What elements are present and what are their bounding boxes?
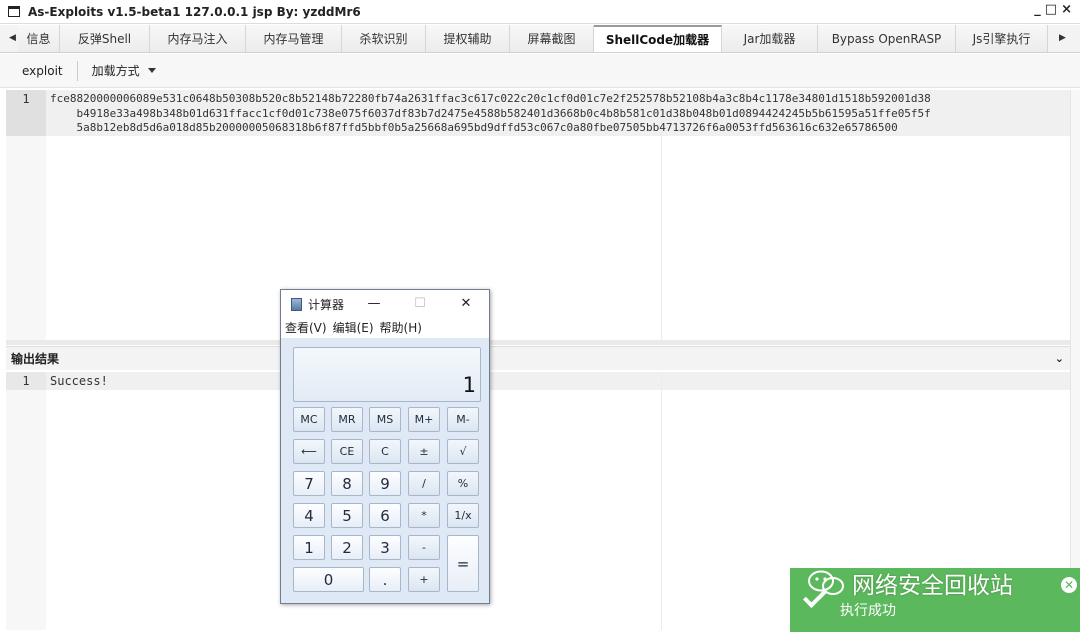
key-mc[interactable]: MC <box>293 407 325 432</box>
key-minus[interactable]: - <box>408 535 440 560</box>
key-percent[interactable]: % <box>447 471 479 496</box>
key-6[interactable]: 6 <box>369 503 401 528</box>
code-line: 5a8b12eb8d5d6a018d85b20000005068318b6f87… <box>50 121 898 134</box>
shellcode-text[interactable]: fce8820000006089e531c0648b50308b520c8b52… <box>50 92 1068 136</box>
maximize-icon[interactable]: □ <box>1045 2 1057 17</box>
calculator-menu-bar: 查看(V) 编辑(E) 帮助(H) <box>281 318 489 338</box>
tab-av-detect[interactable]: 杀软识别 <box>342 25 426 52</box>
calculator-window[interactable]: 计算器 — ☐ ✕ 查看(V) 编辑(E) 帮助(H) 1 MC MR MS M+ M- ⟵ C… <box>280 289 490 604</box>
key-mr[interactable]: MR <box>331 407 363 432</box>
key-m-minus[interactable]: M- <box>447 407 479 432</box>
tab-reverse-shell[interactable]: 反弹Shell <box>60 25 150 52</box>
key-c[interactable]: C <box>369 439 401 464</box>
key-3[interactable]: 3 <box>369 535 401 560</box>
chevron-down-icon <box>147 68 156 73</box>
watermark: 网络安全回收站 <box>806 566 1013 600</box>
key-backspace[interactable]: ⟵ <box>293 439 325 464</box>
line-number: 1 <box>6 372 46 390</box>
window-controls: _ □ × <box>1034 2 1072 17</box>
active-line-highlight <box>46 372 1070 390</box>
line-number: 1 <box>6 90 46 136</box>
tab-shellcode-loader[interactable]: ShellCode加载器 <box>594 25 722 52</box>
output-title: 输出结果 <box>11 352 60 366</box>
key-0[interactable]: 0 <box>293 567 364 592</box>
calculator-window-controls: — ☐ ✕ <box>351 290 489 318</box>
window-icon <box>8 6 20 17</box>
window-title: As-Exploits v1.5-beta1 127.0.0.1 jsp By:… <box>28 4 361 19</box>
maximize-icon[interactable]: ☐ <box>397 290 443 318</box>
key-4[interactable]: 4 <box>293 503 325 528</box>
key-reciprocal[interactable]: 1/x <box>447 503 479 528</box>
window-title-bar: As-Exploits v1.5-beta1 127.0.0.1 jsp By:… <box>0 0 1080 24</box>
tab-jar-loader[interactable]: Jar加载器 <box>722 25 818 52</box>
key-plus[interactable]: + <box>408 567 440 592</box>
tab-info[interactable]: 信息 <box>18 25 60 52</box>
close-icon[interactable]: × <box>1061 2 1072 17</box>
code-line: b4918e33a498b348b01d631ffacc1cf0d01c738e… <box>50 106 931 120</box>
display-value: 1 <box>462 373 476 397</box>
tab-privesc[interactable]: 提权辅助 <box>426 25 510 52</box>
key-2[interactable]: 2 <box>331 535 363 560</box>
code-line: fce8820000006089e531c0648b50308b520c8b52… <box>50 92 931 105</box>
key-decimal[interactable]: . <box>369 567 401 592</box>
shellcode-editor[interactable]: 1 fce8820000006089e531c0648b50308b520c8b… <box>6 90 1070 340</box>
tab-bypass-openrasp[interactable]: Bypass OpenRASP <box>818 25 956 52</box>
load-method-dropdown[interactable]: 加载方式 <box>84 59 164 83</box>
menu-edit[interactable]: 编辑(E) <box>333 321 374 335</box>
key-7[interactable]: 7 <box>293 471 325 496</box>
load-method-label: 加载方式 <box>91 64 140 78</box>
watermark-text: 网络安全回收站 <box>852 573 1013 599</box>
tab-scroll-left-icon[interactable]: ◀ <box>9 33 16 43</box>
editor-gutter: 1 <box>6 90 46 340</box>
key-1[interactable]: 1 <box>293 535 325 560</box>
chevron-down-icon[interactable]: ⌄ <box>1055 352 1064 365</box>
print-margin <box>661 372 662 630</box>
calculator-display: 1 <box>293 347 481 402</box>
menu-help[interactable]: 帮助(H) <box>380 321 422 335</box>
key-9[interactable]: 9 <box>369 471 401 496</box>
calculator-title: 计算器 <box>308 297 345 312</box>
tab-scroll-right-icon[interactable]: ▶ <box>1059 33 1066 43</box>
calculator-icon <box>291 297 302 311</box>
wechat-icon <box>808 570 844 595</box>
key-8[interactable]: 8 <box>331 471 363 496</box>
pane-splitter[interactable] <box>6 340 1070 345</box>
key-m-plus[interactable]: M+ <box>408 407 440 432</box>
tab-js-engine[interactable]: Js引擎执行 <box>956 25 1048 52</box>
key-sqrt[interactable]: √ <box>447 439 479 464</box>
tab-memshell-inject[interactable]: 内存马注入 <box>150 25 246 52</box>
toolbar-divider <box>76 60 78 81</box>
output-text: Success! <box>50 374 108 388</box>
scrollbar-track[interactable] <box>1070 90 1080 632</box>
menu-view[interactable]: 查看(V) <box>285 321 327 335</box>
key-divide[interactable]: / <box>408 471 440 496</box>
minimize-icon[interactable]: — <box>351 290 397 318</box>
tab-screenshot[interactable]: 屏幕截图 <box>510 25 594 52</box>
minimize-icon[interactable]: _ <box>1034 2 1041 17</box>
close-icon[interactable]: ✕ <box>1061 577 1077 593</box>
tab-memshell-manage[interactable]: 内存马管理 <box>246 25 342 52</box>
exploit-button[interactable]: exploit <box>14 59 71 83</box>
output-gutter: 1 <box>6 372 46 630</box>
key-ce[interactable]: CE <box>331 439 363 464</box>
close-icon[interactable]: ✕ <box>443 290 489 318</box>
calculator-title-bar[interactable]: 计算器 — ☐ ✕ <box>281 290 489 318</box>
key-equals[interactable]: = <box>447 535 479 592</box>
output-header[interactable]: 输出结果 ⌄ <box>6 346 1070 370</box>
key-5[interactable]: 5 <box>331 503 363 528</box>
key-ms[interactable]: MS <box>369 407 401 432</box>
toast-message: 执行成功 <box>840 603 896 619</box>
toolbar: exploit 加载方式 <box>0 54 1080 88</box>
key-plus-minus[interactable]: ± <box>408 439 440 464</box>
tab-bar: ◀ 信息 反弹Shell 内存马注入 内存马管理 杀软识别 提权辅助 屏幕截图 … <box>0 25 1080 53</box>
key-multiply[interactable]: * <box>408 503 440 528</box>
